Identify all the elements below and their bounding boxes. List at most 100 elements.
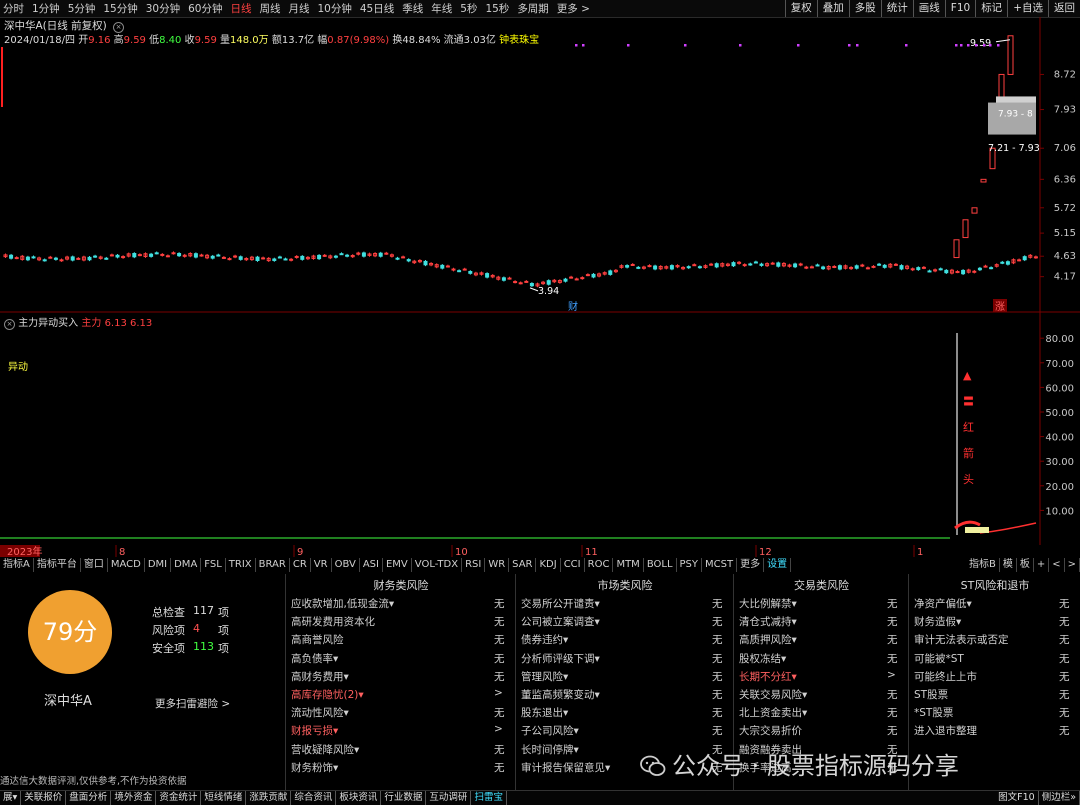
indicator-tab-2[interactable]: 窗口 [81, 558, 108, 572]
risk-item[interactable]: ST股票 [914, 687, 948, 702]
risk-item[interactable]: *ST股票 [914, 705, 953, 720]
risk-item[interactable]: 审计报告保留意见▾ [521, 760, 610, 775]
bottom-tab-7[interactable]: 综合资讯 [291, 791, 337, 805]
tool-button-4[interactable]: 画线 [912, 0, 945, 17]
risk-item[interactable]: 清仓式减持▾ [739, 614, 797, 629]
indicator-tab-right-1[interactable]: 模 [1000, 558, 1017, 572]
indicator-tab-13[interactable]: EMV [383, 558, 412, 572]
indicator-tab-0[interactable]: 指标A [0, 558, 34, 572]
period-16[interactable]: 更多 > [557, 1, 590, 16]
risk-item[interactable]: 应收款增加,低现金流▾ [291, 596, 394, 611]
more-scan-link[interactable]: 更多扫雷避险 > [155, 696, 230, 711]
indicator-tab-18[interactable]: KDJ [536, 558, 561, 572]
risk-item[interactable]: 财务造假▾ [914, 614, 961, 629]
risk-item[interactable]: 债券违约▾ [521, 632, 568, 647]
risk-item[interactable]: 大比例解禁▾ [739, 596, 797, 611]
tool-button-6[interactable]: 标记 [975, 0, 1007, 17]
risk-item[interactable]: 流动性风险▾ [291, 705, 349, 720]
risk-item[interactable]: 公司被立案调查▾ [521, 614, 600, 629]
indicator-tab-right-5[interactable]: > [1065, 558, 1080, 572]
indicator-tab-1[interactable]: 指标平台 [34, 558, 81, 572]
risk-item[interactable]: 大宗交易折价 [739, 723, 802, 738]
risk-item[interactable]: 关联交易风险▾ [739, 687, 807, 702]
indicator-chart[interactable]: 80.00 70.00 60.00 50.00 40.00 30.00 20.00 10.00… [0, 313, 1080, 545]
indicator-tab-19[interactable]: CCI [561, 558, 585, 572]
tool-button-3[interactable]: 统计 [880, 0, 913, 17]
period-9[interactable]: 10分钟 [318, 1, 352, 16]
tool-button-7[interactable]: +自选 [1007, 0, 1048, 17]
indicator-tab-8[interactable]: BRAR [256, 558, 290, 572]
bottom-right-tab-1[interactable]: 侧边栏» [1039, 791, 1080, 805]
candlestick-chart[interactable]: 8.72 7.93 7.06 6.36 5.72 5.15 4.63 4.17 7.93 - 8… [0, 17, 1080, 313]
period-10[interactable]: 45日线 [360, 1, 394, 16]
indicator-tab-6[interactable]: FSL [201, 558, 226, 572]
period-6[interactable]: 日线 [231, 1, 252, 16]
tool-button-8[interactable]: 返回 [1048, 0, 1080, 17]
tool-button-0[interactable]: 复权 [784, 0, 817, 17]
period-5[interactable]: 60分钟 [188, 1, 222, 16]
limit-up-marker[interactable]: 涨 [995, 301, 1005, 313]
indicator-tab-12[interactable]: ASI [360, 558, 383, 572]
financial-report-marker[interactable]: 财 [568, 300, 578, 313]
risk-item[interactable]: 高商誉风险 [291, 632, 344, 647]
indicator-tab-23[interactable]: PSY [677, 558, 703, 572]
indicator-tab-right-2[interactable]: 板 [1017, 558, 1034, 572]
indicator-tab-5[interactable]: DMA [171, 558, 202, 572]
risk-item[interactable]: 子公司风险▾ [521, 723, 579, 738]
indicator-tab-3[interactable]: MACD [108, 558, 145, 572]
risk-item[interactable]: 高研发费用资本化 [291, 614, 375, 629]
indicator-tab-right-3[interactable]: + [1034, 558, 1050, 572]
bottom-tab-10[interactable]: 互动调研 [426, 791, 472, 805]
period-11[interactable]: 季线 [402, 1, 423, 16]
period-7[interactable]: 周线 [260, 1, 281, 16]
risk-item[interactable]: 高质押风险▾ [739, 632, 797, 647]
period-3[interactable]: 15分钟 [103, 1, 137, 16]
risk-item[interactable]: 审计无法表示或否定 [914, 632, 1009, 647]
indicator-tab-7[interactable]: TRIX [226, 558, 256, 572]
risk-item[interactable]: 净资产偏低▾ [914, 596, 972, 611]
bottom-tab-9[interactable]: 行业数据 [381, 791, 427, 805]
tool-button-1[interactable]: 叠加 [816, 0, 849, 17]
bottom-tab-5[interactable]: 短线情绪 [201, 791, 247, 805]
indicator-tab-17[interactable]: SAR [509, 558, 537, 572]
bottom-tab-4[interactable]: 资金统计 [156, 791, 202, 805]
risk-item[interactable]: 长期不分红▾ [739, 669, 797, 684]
period-13[interactable]: 5秒 [460, 1, 477, 16]
risk-item[interactable]: 进入退市整理 [914, 723, 977, 738]
bottom-tab-8[interactable]: 板块资讯 [336, 791, 382, 805]
period-4[interactable]: 30分钟 [146, 1, 180, 16]
risk-item[interactable]: 北上资金卖出▾ [739, 705, 807, 720]
bottom-tab-3[interactable]: 境外资金 [111, 791, 157, 805]
period-1[interactable]: 1分钟 [32, 1, 60, 16]
risk-item[interactable]: 分析师评级下调▾ [521, 651, 600, 666]
indicator-tab-right-0[interactable]: 指标B [966, 558, 1000, 572]
period-12[interactable]: 年线 [431, 1, 452, 16]
bottom-tab-11[interactable]: 扫雷宝 [471, 791, 507, 805]
period-14[interactable]: 15秒 [485, 1, 509, 16]
indicator-tab-26[interactable]: 设置 [764, 558, 792, 572]
risk-item[interactable]: 股权冻结▾ [739, 651, 786, 666]
indicator-tab-20[interactable]: ROC [585, 558, 614, 572]
indicator-tab-24[interactable]: MCST [702, 558, 738, 572]
period-0[interactable]: 分时 [3, 1, 24, 16]
risk-item[interactable]: 可能终止上市 [914, 669, 977, 684]
indicator-tab-25[interactable]: 更多 [737, 558, 765, 572]
bottom-right-tab-0[interactable]: 图文F10 [995, 791, 1039, 805]
bottom-tab-0[interactable]: 展▾ [0, 791, 22, 805]
indicator-tab-14[interactable]: VOL-TDX [412, 558, 463, 572]
indicator-tab-10[interactable]: VR [311, 558, 332, 572]
risk-item[interactable]: 高库存隐忧(2)▾ [291, 687, 364, 702]
risk-item[interactable]: 可能被*ST [914, 651, 964, 666]
period-15[interactable]: 多周期 [517, 1, 549, 16]
risk-item[interactable]: 高负债率▾ [291, 651, 338, 666]
period-2[interactable]: 5分钟 [68, 1, 96, 16]
bottom-tab-1[interactable]: 关联报价 [21, 791, 67, 805]
indicator-tab-right-4[interactable]: < [1049, 558, 1065, 572]
indicator-tab-9[interactable]: CR [290, 558, 311, 572]
risk-item[interactable]: 股东退出▾ [521, 705, 568, 720]
indicator-tab-22[interactable]: BOLL [644, 558, 677, 572]
risk-item[interactable]: 财务粉饰▾ [291, 760, 338, 775]
indicator-tab-16[interactable]: WR [485, 558, 510, 572]
risk-item[interactable]: 交易所公开谴责▾ [521, 596, 600, 611]
tool-button-5[interactable]: F10 [944, 0, 975, 17]
